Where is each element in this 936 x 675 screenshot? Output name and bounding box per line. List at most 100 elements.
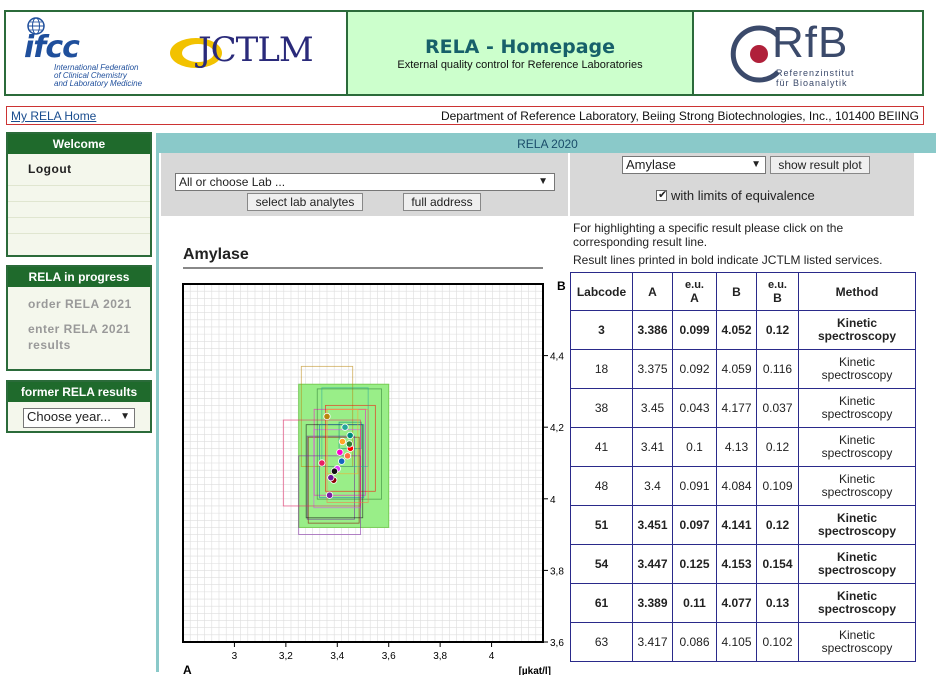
cell-method: Kinetic spectroscopy (798, 583, 916, 623)
table-row[interactable]: 54 3.447 0.125 4.153 0.154 Kinetic spectroscop… (570, 544, 916, 584)
table-row[interactable]: 41 3.41 0.1 4.13 0.12 Kinetic spectroscopy (570, 427, 916, 467)
equivalence-label: with limits of equivalence (671, 188, 815, 203)
col-method: Method (798, 272, 916, 311)
header-line: A (690, 290, 699, 305)
rela-banner: RELA - Homepage External quality control… (346, 12, 694, 94)
cell-eua: 0.11 (672, 583, 717, 623)
y-tick-label: 4,4 (550, 352, 564, 363)
col-a: A (632, 272, 673, 311)
cell-eua: 0.091 (672, 466, 717, 506)
col-eub: e.u. B (756, 272, 799, 311)
lab-select[interactable]: All or choose Lab ... ▼ (175, 173, 555, 191)
cell-a: 3.4 (632, 466, 673, 506)
empty-row (8, 218, 150, 234)
logout-row: Logout (8, 154, 150, 186)
table-row[interactable]: 48 3.4 0.091 4.084 0.109 Kinetic spectroscopy (570, 466, 916, 506)
data-point (343, 452, 352, 460)
cell-labcode: 51 (570, 505, 633, 545)
equivalence-checkbox[interactable]: ✔ (656, 189, 668, 201)
year-select[interactable]: Choose year... ▼ (23, 408, 135, 428)
table-row[interactable]: 18 3.375 0.092 4.059 0.116 Kinetic spectroscop… (570, 349, 916, 389)
y-tick-label: 4,2 (550, 423, 564, 434)
cell-b: 4.077 (716, 583, 757, 623)
y-tick-label: 3,6 (550, 638, 564, 649)
order-rela-link[interactable]: order RELA 2021 (28, 297, 132, 311)
x-tick-label: 3,4 (330, 651, 344, 662)
cell-b: 4.084 (716, 466, 757, 506)
show-result-plot-button[interactable]: show result plot (770, 156, 870, 174)
department-text: Department of Reference Laboratory, Beii… (440, 109, 919, 123)
rfb-tagline: Referenzinstitut für Bioanalytik (776, 68, 855, 88)
axis-a-label: A (183, 663, 192, 675)
partner-logos: ifcc International Federation of Clinica… (6, 12, 346, 94)
select-lab-analytes-button[interactable]: select lab analytes (247, 193, 363, 211)
table-row[interactable]: 63 3.417 0.086 4.105 0.102 Kinetic spectroscop… (570, 622, 916, 662)
jctlm-logo[interactable]: JCTLM (168, 30, 326, 76)
table-row[interactable]: 3 3.386 0.099 4.052 0.12 Kinetic spectroscopy (570, 310, 916, 350)
cell-eub: 0.102 (756, 622, 799, 662)
highlight-note: For highlighting a specific result pleas… (573, 221, 844, 249)
page-title: RELA - Homepage (424, 36, 616, 58)
cell-eub: 0.12 (756, 505, 799, 545)
info-bar: My RELA Home Department of Reference Lab… (6, 106, 924, 125)
cell-labcode: 3 (570, 310, 633, 350)
cell-b: 4.105 (716, 622, 757, 662)
enter-rela-results-link[interactable]: enter RELA 2021 results (28, 322, 130, 352)
cell-method: Kinetic spectroscopy (798, 388, 916, 428)
cell-eub: 0.109 (756, 466, 799, 506)
cell-method: Kinetic spectroscopy (798, 466, 916, 506)
data-point (323, 412, 331, 421)
col-eua: e.u. A (672, 272, 717, 311)
ifcc-wordmark: ifcc (24, 30, 80, 65)
result-plot[interactable]: 3 3,2 3,4 3,6 3,8 4 4,4 4,2 4 3,8 3,6 B A [µkat/l] (159, 276, 567, 675)
jctlm-wordmark: JCTLM (198, 30, 314, 70)
logout-link[interactable]: Logout (28, 162, 72, 176)
chevron-down-icon: ▼ (538, 176, 548, 187)
col-b: B (716, 272, 757, 311)
plot-title: Amylase (183, 246, 249, 263)
x-tick-label: 3,6 (382, 651, 396, 662)
cell-b: 4.059 (716, 349, 757, 389)
data-point (325, 491, 334, 499)
analyte-select-area: Amylase ▼ show result plot ✔ with limits… (570, 153, 914, 216)
cell-eub: 0.116 (756, 349, 799, 389)
empty-row (8, 202, 150, 218)
x-tick-label: 3,8 (433, 651, 447, 662)
cell-method: Kinetic spectroscopy (798, 505, 916, 545)
table-row[interactable]: 38 3.45 0.043 4.177 0.037 Kinetic spectroscopy (570, 388, 916, 428)
main-panel: RELA 2020 All or choose Lab ... ▼ select… (156, 133, 936, 675)
welcome-heading: Welcome (8, 134, 150, 154)
page-subtitle: External quality control for Reference L… (397, 59, 643, 71)
analyte-select[interactable]: Amylase ▼ (622, 156, 766, 174)
cell-eua: 0.097 (672, 505, 717, 545)
axis-b-label: B (557, 279, 566, 293)
rfb-logo[interactable]: RfB Referenzinstitut für Bioanalytik (694, 12, 922, 94)
cell-labcode: 38 (570, 388, 633, 428)
check-icon: ✔ (658, 189, 668, 201)
cell-eua: 0.043 (672, 388, 717, 428)
table-header-row: Labcode A e.u. A B e.u. B Method (570, 272, 916, 311)
cell-a: 3.447 (632, 544, 673, 584)
my-rela-home-link[interactable]: My RELA Home (11, 109, 96, 123)
cell-b: 4.177 (716, 388, 757, 428)
cell-a: 3.375 (632, 349, 673, 389)
cell-eua: 0.086 (672, 622, 717, 662)
data-point (345, 440, 353, 448)
rela-progress-heading: RELA in progress (8, 267, 150, 287)
empty-row (8, 186, 150, 202)
y-tick-label: 3,8 (550, 566, 564, 577)
cell-labcode: 54 (570, 544, 633, 584)
cell-labcode: 61 (570, 583, 633, 623)
cell-a: 3.417 (632, 622, 673, 662)
full-address-button[interactable]: full address (403, 193, 481, 211)
cell-eub: 0.13 (756, 583, 799, 623)
col-labcode: Labcode (570, 272, 633, 311)
header-line: e.u. (768, 278, 787, 291)
table-row[interactable]: 61 3.389 0.11 4.077 0.13 Kinetic spectroscopy (570, 583, 916, 623)
cell-b: 4.13 (716, 427, 757, 467)
rfb-wordmark: RfB (772, 18, 849, 67)
table-row[interactable]: 51 3.451 0.097 4.141 0.12 Kinetic spectroscopy (570, 505, 916, 545)
cell-eua: 0.099 (672, 310, 717, 350)
chevron-down-icon: ▼ (751, 159, 761, 170)
cell-method: Kinetic spectroscopy (798, 349, 916, 389)
